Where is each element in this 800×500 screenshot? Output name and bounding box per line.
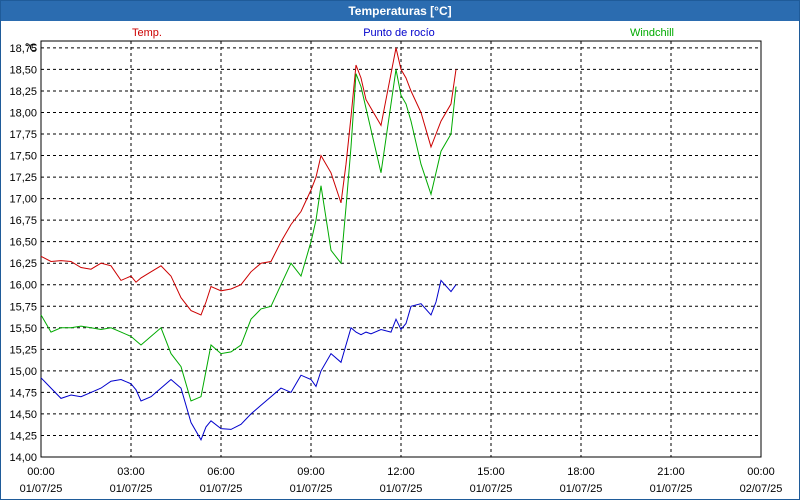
y-tick-label: 18,50 [9,64,37,76]
x-tick-date: 01/07/25 [560,483,603,495]
x-tick-time: 00:00 [747,466,775,478]
x-tick-time: 21:00 [657,466,685,478]
y-tick-label: 16,75 [9,215,37,227]
y-tick-label: 14,75 [9,387,37,399]
temperature-chart: Temp. Punto de rocío Windchill 14,0014,251… [9,27,783,495]
x-tick-date: 01/07/25 [200,483,243,495]
x-tick-time: 18:00 [567,466,595,478]
y-tick-label: 15,75 [9,301,37,313]
x-tick-time: 09:00 [297,466,325,478]
x-tick-time: 12:00 [387,466,415,478]
x-tick-time: 15:00 [477,466,505,478]
series-group [40,47,457,441]
y-tick-label: 16,00 [9,280,37,292]
legend-item-0: Temp. [132,27,162,39]
legend: Temp. Punto de rocío Windchill [132,27,674,39]
y-tick-label: 14,00 [9,452,37,464]
axes: 14,00 14,25 14,50 14,75 15,00 15,25 15,50 15,75… [9,40,783,495]
x-tick-date: 01/07/25 [110,483,153,495]
y-tick-label: 16,25 [9,258,37,270]
x-tick-date: 01/07/25 [650,483,693,495]
series-line-2 [40,69,457,402]
chart-window: Temperaturas [°C] Temp. Punto de rocío Win… [0,0,800,500]
x-tick-time: 06:00 [207,466,235,478]
x-tick-date: 01/07/25 [20,483,63,495]
y-axis-unit: °C [25,42,37,54]
x-tick-date: 01/07/25 [290,483,333,495]
y-tick-label: 14,25 [9,430,37,442]
y-tick-label: 18,00 [9,107,37,119]
y-tick-label: 15,50 [9,323,37,335]
x-tick-date: 01/07/25 [470,483,513,495]
y-tick-label: 17,75 [9,129,37,141]
x-tick-date: 02/07/25 [740,483,783,495]
y-tick-label: 14,50 [9,409,37,421]
legend-item-1: Punto de rocío [363,27,435,39]
y-tick-label: 18,25 [9,86,37,98]
y-tick-label: 17,00 [9,194,37,206]
legend-item-2: Windchill [630,27,674,39]
y-tick-label: 17,50 [9,151,37,163]
y-tick-label: 15,00 [9,366,37,378]
grid [41,41,761,458]
y-tick-label: 15,25 [9,344,37,356]
y-tick-label: 17,25 [9,172,37,184]
x-tick-time: 00:00 [27,466,55,478]
series-line-1 [40,279,457,441]
chart-title: Temperaturas [°C] [1,1,799,21]
x-tick-time: 03:00 [117,466,145,478]
x-tick-date: 01/07/25 [380,483,423,495]
y-tick-label: 16,50 [9,237,37,249]
